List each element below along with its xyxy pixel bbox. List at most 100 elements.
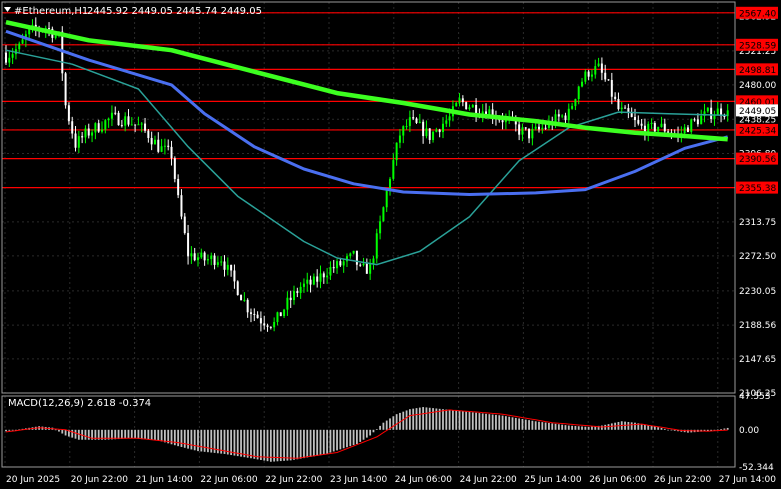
candle-body[interactable] — [614, 96, 617, 99]
candle-body[interactable] — [418, 121, 421, 123]
candle-body[interactable] — [147, 130, 150, 138]
candle-body[interactable] — [197, 257, 200, 261]
candle-body[interactable] — [312, 276, 315, 285]
candle-body[interactable] — [465, 102, 468, 110]
candle-body[interactable] — [412, 117, 415, 119]
candle-body[interactable] — [594, 66, 597, 75]
candle-body[interactable] — [336, 261, 339, 269]
candle-body[interactable] — [5, 52, 7, 63]
candle-body[interactable] — [557, 114, 560, 117]
candle-body[interactable] — [630, 113, 633, 117]
candle-body[interactable] — [226, 264, 229, 270]
candle-body[interactable] — [402, 126, 405, 136]
candle-body[interactable] — [567, 108, 570, 121]
candle-body[interactable] — [723, 116, 726, 118]
candle-body[interactable] — [375, 233, 378, 259]
candle-body[interactable] — [332, 267, 335, 269]
candle-body[interactable] — [203, 252, 206, 261]
candle-body[interactable] — [405, 126, 408, 128]
candle-body[interactable] — [64, 73, 67, 106]
candle-body[interactable] — [187, 233, 190, 257]
candle-body[interactable] — [564, 115, 567, 121]
candle-body[interactable] — [153, 139, 156, 145]
candle-body[interactable] — [322, 273, 325, 278]
candle-body[interactable] — [48, 28, 51, 30]
candle-body[interactable] — [71, 121, 74, 134]
candle-body[interactable] — [114, 112, 117, 114]
candle-body[interactable] — [408, 117, 411, 127]
candle-body[interactable] — [541, 127, 544, 130]
candle-body[interactable] — [355, 250, 358, 265]
candle-body[interactable] — [468, 107, 471, 110]
candle-body[interactable] — [269, 326, 272, 328]
candle-body[interactable] — [81, 136, 84, 138]
candle-body[interactable] — [240, 295, 243, 301]
candle-body[interactable] — [18, 43, 21, 50]
candle-body[interactable] — [223, 261, 226, 270]
candle-body[interactable] — [574, 99, 577, 107]
candle-body[interactable] — [385, 190, 388, 208]
candle-body[interactable] — [607, 79, 610, 81]
candle-body[interactable] — [117, 112, 120, 126]
candle-body[interactable] — [246, 299, 249, 313]
candle-body[interactable] — [710, 107, 713, 119]
candle-body[interactable] — [537, 126, 540, 130]
candle-body[interactable] — [471, 104, 474, 108]
candle-body[interactable] — [183, 216, 186, 234]
candle-body[interactable] — [173, 158, 176, 179]
candle-body[interactable] — [94, 123, 97, 133]
candle-body[interactable] — [590, 74, 593, 77]
candle-body[interactable] — [302, 283, 305, 287]
candle-body[interactable] — [283, 309, 286, 317]
candle-body[interactable] — [167, 145, 170, 147]
candle-body[interactable] — [369, 263, 372, 274]
candle-body[interactable] — [233, 270, 236, 282]
candle-body[interactable] — [398, 135, 401, 143]
candle-body[interactable] — [657, 126, 660, 132]
candle-body[interactable] — [432, 131, 435, 140]
candle-body[interactable] — [422, 121, 425, 137]
candle-body[interactable] — [326, 275, 329, 278]
candle-body[interactable] — [286, 297, 289, 310]
candle-body[interactable] — [365, 263, 368, 274]
candle-body[interactable] — [97, 123, 100, 132]
candle-body[interactable] — [110, 112, 113, 119]
candle-body[interactable] — [289, 297, 292, 301]
candle-body[interactable] — [528, 128, 531, 139]
candle-body[interactable] — [266, 325, 269, 327]
candle-body[interactable] — [137, 124, 140, 126]
candle-body[interactable] — [160, 146, 163, 152]
candle-body[interactable] — [342, 261, 345, 266]
candle-body[interactable] — [663, 123, 666, 132]
candle-body[interactable] — [653, 123, 656, 132]
candle-body[interactable] — [706, 107, 709, 112]
candle-body[interactable] — [392, 160, 395, 179]
candle-body[interactable] — [561, 115, 564, 117]
candle-body[interactable] — [230, 264, 233, 271]
candle-body[interactable] — [686, 127, 689, 132]
candle-body[interactable] — [236, 281, 239, 296]
candle-body[interactable] — [571, 106, 574, 109]
candle-body[interactable] — [329, 267, 332, 276]
candle-body[interactable] — [296, 291, 299, 293]
candle-body[interactable] — [309, 279, 312, 285]
candle-body[interactable] — [150, 137, 153, 145]
candle-body[interactable] — [216, 262, 219, 265]
candle-body[interactable] — [87, 128, 90, 136]
candle-body[interactable] — [372, 258, 375, 264]
candle-body[interactable] — [144, 123, 147, 131]
candle-body[interactable] — [170, 146, 173, 159]
candle-body[interactable] — [624, 107, 627, 109]
chart-canvas[interactable]: 2562.922521.252480.002438.252396.802355.… — [0, 0, 781, 489]
candle-body[interactable] — [534, 126, 537, 129]
candle-body[interactable] — [249, 312, 252, 314]
candle-body[interactable] — [190, 253, 193, 257]
candle-body[interactable] — [306, 279, 309, 284]
candle-body[interactable] — [21, 39, 24, 44]
candle-body[interactable] — [127, 116, 130, 125]
candle-body[interactable] — [455, 102, 458, 107]
candle-body[interactable] — [425, 128, 428, 137]
candle-body[interactable] — [349, 253, 352, 257]
candle-body[interactable] — [700, 115, 703, 125]
candle-body[interactable] — [445, 120, 448, 124]
